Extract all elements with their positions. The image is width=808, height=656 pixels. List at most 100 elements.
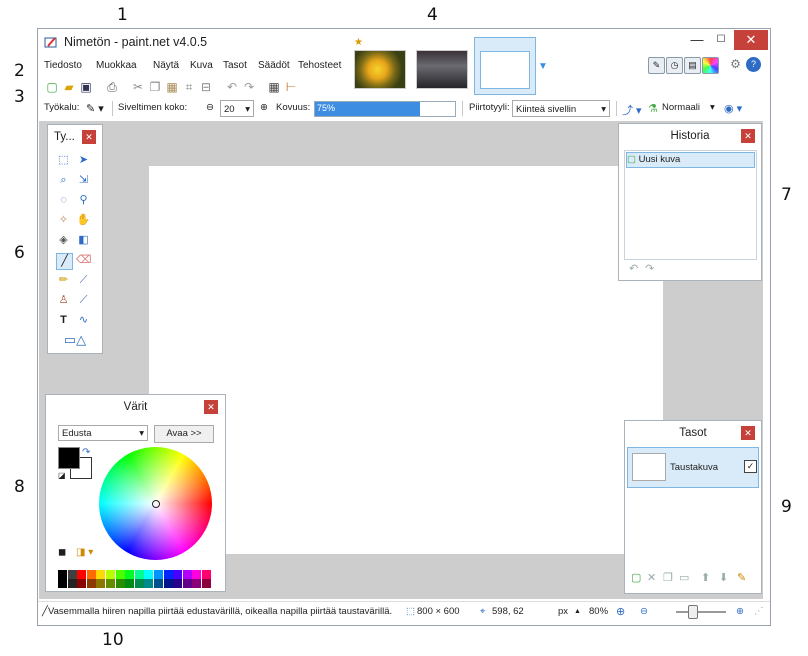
image-tab-night-street[interactable] xyxy=(416,50,468,89)
palette-swatch[interactable] xyxy=(96,570,106,579)
palette-swatch[interactable] xyxy=(144,579,154,588)
add-layer-icon[interactable]: ▢ xyxy=(631,571,641,584)
palette-swatch[interactable] xyxy=(163,579,173,588)
copy-icon[interactable]: ❐ xyxy=(147,79,163,95)
rectangle-select-icon[interactable]: ⬚ xyxy=(56,153,71,168)
open-icon[interactable]: ▰ xyxy=(61,79,77,95)
palette-swatch[interactable] xyxy=(144,570,154,579)
brush-increase-icon[interactable]: ⊕ xyxy=(260,102,268,113)
palette-menu-icon[interactable]: ◨ ▾ xyxy=(76,547,93,558)
palette-swatch[interactable] xyxy=(125,579,135,588)
palette-swatch[interactable] xyxy=(134,570,144,579)
zoom-to-window-icon[interactable]: ⊕ xyxy=(616,605,625,618)
palette-swatch[interactable] xyxy=(86,570,96,579)
tools-panel-close-icon[interactable]: ✕ xyxy=(82,130,96,144)
line-curve-icon[interactable]: ∿ xyxy=(76,313,91,328)
zoom-icon[interactable]: ⚲ xyxy=(76,193,91,208)
tools-window-icon[interactable]: ✎ xyxy=(648,57,665,74)
layer-row[interactable]: Taustakuva ✓ xyxy=(627,447,759,488)
palette-swatch[interactable] xyxy=(182,570,192,579)
alpha-mode-icon[interactable]: ◉ ▾ xyxy=(724,102,742,115)
palette-swatch[interactable] xyxy=(182,579,192,588)
minimize-button[interactable]: — xyxy=(686,30,708,50)
primary-color-swatch[interactable] xyxy=(58,447,80,469)
paintbrush-icon[interactable]: ╱ xyxy=(56,253,73,270)
palette-swatch[interactable] xyxy=(115,579,125,588)
image-tab-selected[interactable] xyxy=(474,37,536,95)
palette-swatch[interactable] xyxy=(77,570,87,579)
clone-stamp-icon[interactable]: ♙ xyxy=(56,293,71,308)
image-canvas[interactable] xyxy=(149,166,663,554)
palette-swatch[interactable] xyxy=(67,579,77,588)
grid-icon[interactable]: ▦ xyxy=(266,79,282,95)
history-window-icon[interactable]: ◷ xyxy=(666,57,683,74)
shapes-icon[interactable]: ▭△ xyxy=(60,332,90,347)
palette-swatch[interactable] xyxy=(86,579,96,588)
help-icon[interactable]: ? xyxy=(746,57,761,72)
palette-swatch[interactable] xyxy=(134,579,144,588)
fill-style-select[interactable]: Kiinteä sivellin ▾ xyxy=(512,100,610,117)
undo-icon[interactable]: ↶ xyxy=(224,79,240,95)
palette-swatch[interactable] xyxy=(202,579,211,588)
menu-layers[interactable]: Tasot xyxy=(223,60,247,71)
units-select[interactable]: px xyxy=(558,606,568,617)
more-colors-button[interactable]: Avaa >> xyxy=(154,425,214,443)
palette-swatch[interactable] xyxy=(106,579,115,588)
hardness-slider[interactable]: 75% xyxy=(314,101,456,117)
close-button[interactable]: ✕ xyxy=(734,30,768,50)
blend-dropdown-icon[interactable]: ▾ xyxy=(710,102,715,113)
units-dropdown-icon[interactable]: ▲ xyxy=(574,608,581,615)
maximize-button[interactable]: ☐ xyxy=(710,30,732,50)
zoom-out-icon[interactable]: ⊖ xyxy=(640,606,648,617)
palette-swatch[interactable] xyxy=(154,570,163,579)
move-layer-up-icon[interactable]: ⬆ xyxy=(701,571,710,584)
palette-swatch[interactable] xyxy=(163,570,173,579)
settings-gear-icon[interactable]: ⚙ xyxy=(728,57,743,72)
palette-swatch[interactable] xyxy=(67,570,77,579)
print-icon[interactable]: ⎙ xyxy=(104,79,120,95)
menu-adjustments[interactable]: Säädöt xyxy=(258,60,290,71)
paste-icon[interactable]: ▦ xyxy=(164,79,180,95)
blend-mode-icon[interactable]: ⚗ xyxy=(648,102,658,115)
palette-swatch[interactable] xyxy=(125,570,135,579)
palette-swatch[interactable] xyxy=(58,570,67,579)
history-undo-icon[interactable]: ↶ xyxy=(629,262,638,275)
color-picker-icon[interactable]: ⟋ xyxy=(76,273,91,288)
palette-swatch[interactable] xyxy=(154,579,163,588)
menu-image[interactable]: Kuva xyxy=(190,60,213,71)
magic-wand-icon[interactable]: ✧ xyxy=(56,213,71,228)
brush-size-select[interactable]: 20 ▾ xyxy=(220,100,254,117)
zoom-slider-thumb[interactable] xyxy=(688,605,698,619)
menu-edit[interactable]: Muokkaa xyxy=(96,60,137,71)
crop-icon[interactable]: ⌗ xyxy=(181,79,197,95)
menu-view[interactable]: Näytä xyxy=(153,60,179,71)
layer-properties-icon[interactable]: ✎ xyxy=(737,571,746,584)
paintbrush-tool-icon[interactable]: ✎ ▾ xyxy=(86,102,104,115)
layer-visibility-checkbox[interactable]: ✓ xyxy=(744,460,757,473)
layers-window-icon[interactable]: ▤ xyxy=(684,57,701,74)
paint-bucket-icon[interactable]: ◈ xyxy=(56,233,71,248)
color-wheel-cursor[interactable] xyxy=(152,500,160,508)
eraser-icon[interactable]: ⌫ xyxy=(76,253,92,268)
new-image-icon[interactable]: ▢ xyxy=(44,79,60,95)
color-target-select[interactable]: Edusta ▾ xyxy=(58,425,148,441)
palette-swatch[interactable] xyxy=(58,579,67,588)
history-item[interactable]: ▢ Uusi kuva xyxy=(626,152,755,168)
lasso-select-icon[interactable]: ⌕ xyxy=(56,173,71,188)
history-redo-icon[interactable]: ↷ xyxy=(645,262,654,275)
zoom-in-icon[interactable]: ⊕ xyxy=(736,606,744,617)
delete-layer-icon[interactable]: ✕ xyxy=(647,571,656,584)
palette-swatch[interactable] xyxy=(202,570,211,579)
pan-icon[interactable]: ✋ xyxy=(76,213,91,228)
palette-swatch[interactable] xyxy=(106,570,115,579)
color-palette[interactable] xyxy=(58,570,212,588)
swap-colors-icon[interactable]: ↷ xyxy=(82,447,90,458)
ellipse-select-icon[interactable]: ◌ xyxy=(56,193,71,208)
tabs-dropdown-icon[interactable]: ▼ xyxy=(538,61,548,72)
menu-effects[interactable]: Tehosteet xyxy=(298,60,341,71)
resize-grip-icon[interactable]: ⋰ xyxy=(754,606,764,617)
text-icon[interactable]: T xyxy=(56,313,71,328)
colors-panel-close-icon[interactable]: ✕ xyxy=(204,400,218,414)
history-panel-close-icon[interactable]: ✕ xyxy=(741,129,755,143)
palette-swatch[interactable] xyxy=(96,579,106,588)
